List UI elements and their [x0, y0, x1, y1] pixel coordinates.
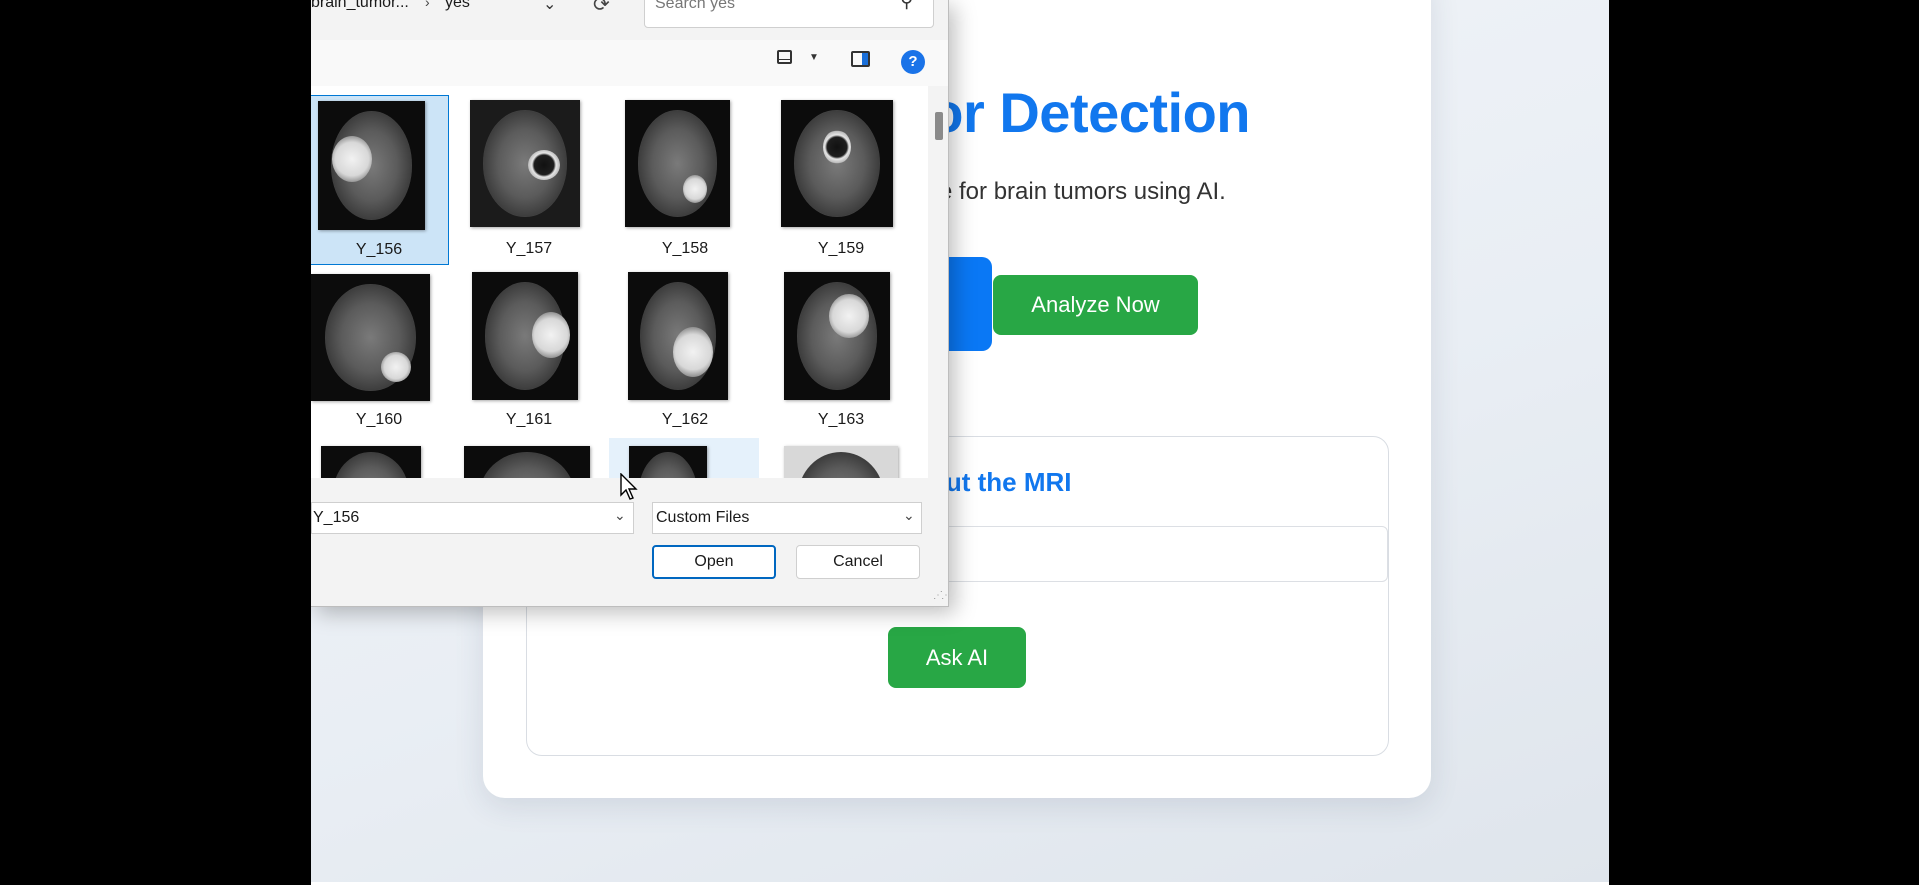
file-name-label: Y_162	[661, 411, 709, 428]
file-name-label: Y_161	[505, 411, 553, 428]
file-name-label: Y_159	[817, 240, 865, 257]
mri-thumbnail	[464, 446, 590, 478]
search-input[interactable]: Search yes ⚲	[644, 0, 934, 28]
mri-thumbnail	[784, 446, 898, 478]
search-placeholder: Search yes	[655, 0, 736, 12]
file-name-label: Y_156	[355, 241, 403, 258]
view-dropdown-caret-icon[interactable]: ▼	[809, 52, 819, 63]
file-name-input[interactable]: Y_156 ⌄	[311, 502, 634, 534]
file-name-label: Y_158	[661, 240, 709, 257]
vertical-scrollbar[interactable]	[928, 86, 948, 478]
tumor-region	[683, 175, 707, 203]
file-item[interactable]	[609, 438, 759, 478]
file-name-label: Y_160	[355, 411, 403, 428]
file-type-dropdown-chevron-icon[interactable]: ⌄	[903, 507, 915, 524]
mri-thumbnail	[321, 446, 421, 478]
file-item[interactable]: Y_161	[459, 266, 599, 436]
dialog-toolbar: ▼ ?	[311, 40, 948, 87]
brain-scan-image	[333, 452, 409, 478]
tumor-region	[673, 327, 713, 377]
file-type-filter-value: Custom Files	[656, 509, 750, 526]
page-subtitle: yze for brain tumors using AI.	[915, 178, 1226, 205]
file-item[interactable]: Y_162	[615, 266, 755, 436]
file-grid: Y_156 Y_157 Y_158 Y_159 Y_160 Y_161 Y_16…	[311, 86, 928, 478]
file-item[interactable]: Y_158	[615, 95, 755, 265]
file-item[interactable]: Y_156	[311, 95, 449, 265]
resize-grip-icon[interactable]: ⋰⋰	[933, 590, 948, 601]
mouse-pointer-shape	[620, 473, 638, 500]
tumor-region	[381, 352, 411, 382]
tumor-region	[823, 130, 851, 164]
file-name-label: Y_157	[505, 240, 553, 257]
file-item[interactable]: Y_157	[459, 95, 599, 265]
tumor-region	[528, 150, 560, 180]
file-item[interactable]	[771, 438, 911, 478]
file-name-value: Y_156	[313, 509, 360, 526]
file-open-dialog: brain_tumor... › yes ⌄ ⟳ Search yes ⚲ ▼ …	[311, 0, 949, 607]
file-item[interactable]: Y_163	[771, 266, 911, 436]
file-type-filter-select[interactable]: Custom Files ⌄	[652, 502, 922, 534]
tumor-region	[829, 294, 869, 338]
file-name-label: Y_163	[817, 411, 865, 428]
view-icon[interactable]	[777, 50, 792, 64]
brain-scan-image	[797, 452, 885, 478]
brain-scan-image	[638, 452, 698, 478]
file-item[interactable]: Y_160	[311, 266, 449, 436]
preview-pane-icon[interactable]	[851, 51, 870, 67]
tumor-region	[332, 136, 372, 182]
file-item[interactable]	[311, 438, 449, 478]
cancel-button[interactable]: Cancel	[796, 545, 920, 579]
breadcrumb-separator: ›	[425, 0, 430, 10]
search-icon[interactable]: ⚲	[900, 0, 913, 12]
mri-thumbnail	[472, 272, 578, 400]
breadcrumb-current[interactable]: yes	[445, 0, 470, 12]
file-item[interactable]	[459, 438, 599, 478]
analyze-now-button[interactable]: Analyze Now	[993, 275, 1198, 335]
ask-ai-button[interactable]: Ask AI	[888, 627, 1026, 688]
brain-scan-image	[637, 110, 718, 217]
brain-scan-image	[479, 452, 575, 478]
mri-thumbnail	[311, 274, 430, 401]
mri-thumbnail	[781, 100, 893, 227]
tumor-region	[532, 312, 570, 358]
refresh-icon[interactable]: ⟳	[593, 0, 610, 17]
mri-thumbnail	[784, 272, 890, 400]
open-button[interactable]: Open	[652, 545, 776, 579]
file-name-dropdown-chevron-icon[interactable]: ⌄	[614, 507, 626, 524]
qa-heading: out the MRI	[930, 467, 1072, 497]
mri-thumbnail	[318, 101, 425, 230]
scrollbar-thumb[interactable]	[935, 112, 943, 140]
file-item[interactable]: Y_159	[771, 95, 911, 265]
address-history-chevron-icon[interactable]: ⌄	[543, 0, 556, 14]
mri-thumbnail	[625, 100, 730, 227]
help-icon[interactable]: ?	[901, 50, 925, 74]
breadcrumb-folder[interactable]: brain_tumor...	[311, 0, 409, 12]
mri-thumbnail	[470, 100, 580, 227]
mri-thumbnail	[628, 272, 728, 400]
question-input[interactable]	[900, 526, 1388, 582]
